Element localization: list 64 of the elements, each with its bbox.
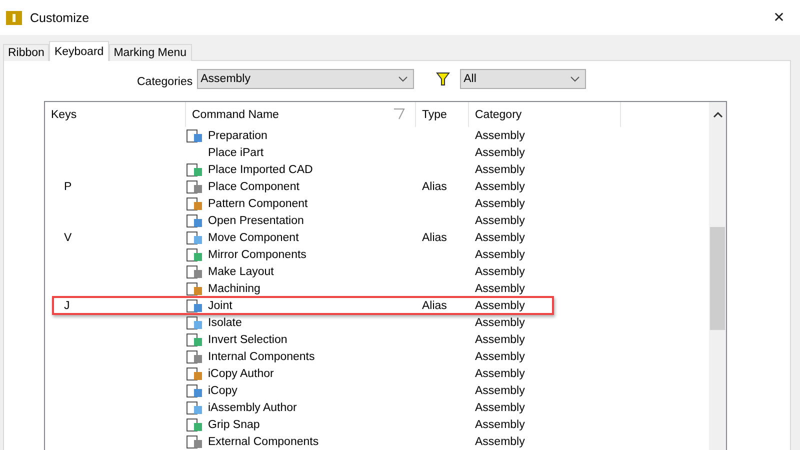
table-cell: Place Imported CAD <box>208 164 313 176</box>
table-cell: Internal Components <box>208 350 315 362</box>
table-cell: Isolate <box>208 316 242 328</box>
close-button[interactable]: ✕ <box>764 2 794 32</box>
table-cell-text: Assembly <box>474 198 526 210</box>
table-cell-text: Assembly <box>474 402 526 414</box>
table-cell-text: Assembly <box>474 316 526 328</box>
column-header[interactable]: Type <box>416 102 469 127</box>
table-cell-text: Assembly <box>474 180 526 192</box>
filter-dropdown[interactable]: All <box>460 69 586 89</box>
table-cell: Place iPart <box>208 146 264 158</box>
categories-dropdown[interactable]: Assembly <box>196 69 414 89</box>
column-header[interactable]: Command Name <box>186 102 416 127</box>
column-header[interactable]: Keys <box>45 102 186 127</box>
table-cell-text: Assembly <box>474 334 526 346</box>
table-cell: Pattern Component <box>208 198 308 210</box>
table-cell-text: Assembly <box>474 146 526 158</box>
table-cell-text: Assembly <box>474 266 526 278</box>
table-cell-text: Assembly <box>474 282 526 294</box>
table-cell-text: Assembly <box>474 418 526 430</box>
table-cell: Make Layout <box>208 266 274 278</box>
tab[interactable]: Marking Menu <box>108 44 192 61</box>
table-cell: Mirror Components <box>208 248 306 260</box>
table-cell-text: Assembly <box>474 368 526 380</box>
window-title: Customize <box>30 10 90 24</box>
table-cell: External Components <box>208 436 319 448</box>
table-cell-text: Assembly <box>474 436 526 448</box>
table-cell-text: J <box>63 300 71 312</box>
table-cell: Joint <box>208 300 232 312</box>
filter-icon[interactable] <box>436 72 450 86</box>
table-cell: Open Presentation <box>208 214 304 226</box>
table-cell-text: V <box>63 232 73 244</box>
scrollbar[interactable] <box>709 102 726 450</box>
table-cell-text: Alias <box>421 180 448 192</box>
table-cell-text: P <box>63 180 73 192</box>
table-cell-text: Assembly <box>474 214 526 226</box>
table-cell: Grip Snap <box>208 418 260 430</box>
sort-icon <box>393 108 405 120</box>
scrollbar-thumb[interactable] <box>710 227 725 330</box>
chevron-up-icon[interactable] <box>712 112 722 118</box>
table-cell: Invert Selection <box>208 334 288 346</box>
table-cell: Machining <box>208 282 260 294</box>
table-cell: Preparation <box>208 130 268 142</box>
table-cell: iCopy Author <box>208 368 274 380</box>
table-cell-text: Assembly <box>474 300 526 312</box>
table-cell: Move Component <box>208 232 299 244</box>
chevron-down-icon <box>570 76 580 82</box>
table-cell-text: Assembly <box>474 232 526 244</box>
table-cell: iCopy <box>208 384 238 396</box>
table-cell-text: Assembly <box>474 130 526 142</box>
table-cell-text: Assembly <box>474 248 526 260</box>
table-cell-text: Alias <box>421 232 448 244</box>
table-cell: iAssembly Author <box>208 402 297 414</box>
table-cell: Place Component <box>208 180 300 192</box>
tab[interactable]: Ribbon <box>3 44 50 61</box>
categories-label: Categories <box>137 76 193 88</box>
table-cell-text: Assembly <box>474 350 526 362</box>
app-logo-icon <box>6 10 22 26</box>
table-cell-text: Alias <box>421 300 448 312</box>
table-cell-text: Assembly <box>474 384 526 396</box>
chevron-down-icon <box>398 76 408 82</box>
table-cell-text: Assembly <box>474 164 526 176</box>
tab[interactable]: Keyboard <box>49 41 109 61</box>
column-header[interactable]: Category <box>469 102 621 127</box>
